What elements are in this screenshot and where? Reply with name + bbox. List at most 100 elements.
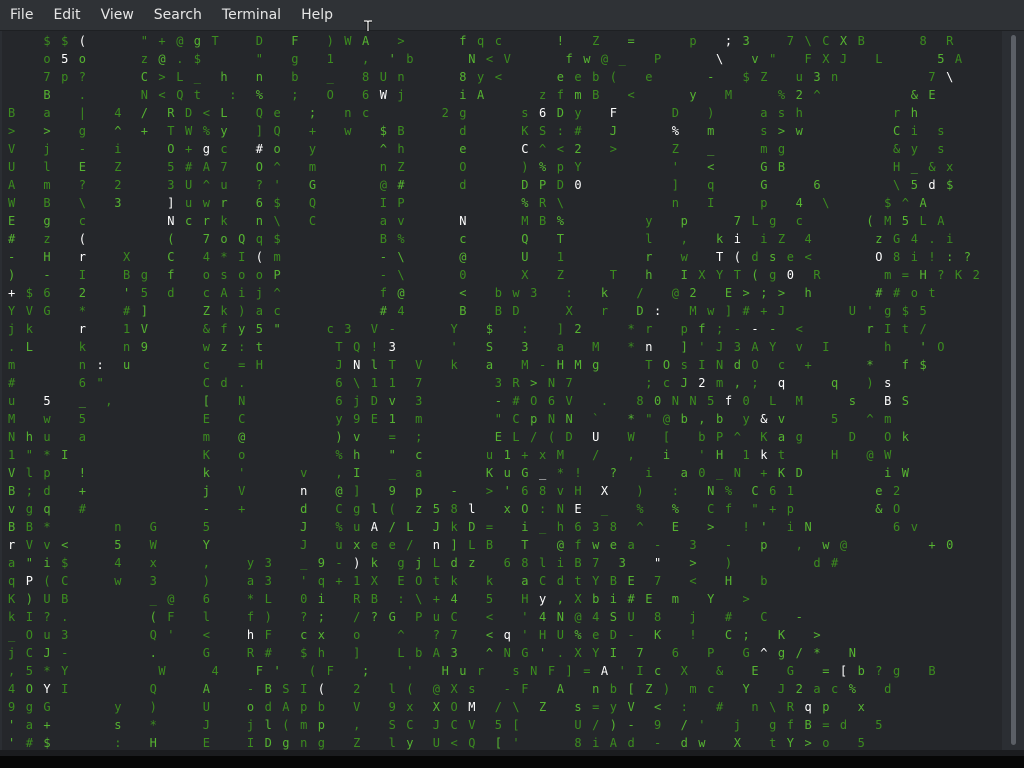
rain-glyph: Y <box>8 304 16 318</box>
rain-glyph: Q <box>238 232 245 246</box>
rain-glyph: 6 <box>521 484 528 498</box>
rain-glyph: W <box>8 196 16 210</box>
rain-glyph: 4 <box>796 196 803 210</box>
rain-glyph: 5 <box>114 538 121 552</box>
rain-glyph: 4 <box>451 592 458 606</box>
rain-glyph: _ <box>300 556 308 570</box>
rain-glyph: B <box>26 520 33 534</box>
rain-glyph: O <box>530 394 537 408</box>
rain-glyph: - <box>769 322 776 336</box>
rain-glyph: K <box>654 628 662 642</box>
rain-glyph: N <box>459 214 466 228</box>
rain-glyph: A <box>433 646 441 660</box>
rain-glyph: G <box>150 520 157 534</box>
rain-glyph: u <box>335 538 342 552</box>
terminal-viewport[interactable]: $ $(" + @ g T D F) W A > f q c! Z = p; 3 7 \ C X B 8 Ro 5 o z @. $ " g 1… <box>2 31 1002 750</box>
rain-glyph: ( <box>610 70 617 84</box>
rain-glyph: 5 <box>79 412 86 426</box>
rain-glyph: ? <box>256 178 263 192</box>
rain-glyph: 4 <box>203 250 210 264</box>
rain-glyph: g <box>194 34 201 48</box>
rain-glyph: K <box>778 466 786 480</box>
rain-glyph: G <box>760 160 767 174</box>
rain-glyph: k <box>220 214 228 228</box>
rain-glyph: 2 <box>79 286 86 300</box>
rain-glyph: r <box>645 250 652 264</box>
rain-glyph: N <box>566 412 573 426</box>
rain-glyph: : <box>397 592 404 606</box>
rain-glyph: y <box>610 700 617 714</box>
rain-glyph: F <box>610 106 617 120</box>
rain-glyph: I <box>247 736 254 750</box>
rain-glyph: b <box>681 412 688 426</box>
rain-glyph: 5 <box>937 52 944 66</box>
rain-glyph: e <box>592 628 599 642</box>
rain-glyph: J <box>840 52 847 66</box>
menu-file[interactable]: File <box>0 0 43 30</box>
rain-glyph: @ <box>433 682 440 696</box>
rain-glyph: ' <box>760 520 767 534</box>
rain-glyph: & <box>893 142 901 156</box>
menu-help[interactable]: Help <box>291 0 343 30</box>
rain-glyph: X <box>822 52 830 66</box>
terminal-scrollbar[interactable] <box>1002 31 1024 750</box>
rain-glyph: C <box>751 484 758 498</box>
rain-glyph: & <box>760 412 768 426</box>
rain-glyph: U <box>574 718 581 732</box>
rain-glyph: O <box>937 340 944 354</box>
rain-glyph: f <box>787 718 794 732</box>
rain-glyph: p <box>557 160 564 174</box>
rain-glyph: ? <box>937 268 944 282</box>
scrollbar-thumb[interactable] <box>1011 35 1016 745</box>
rain-glyph: 1 <box>353 574 360 588</box>
rain-glyph: ' <box>123 286 130 300</box>
rain-glyph: y <box>335 412 342 426</box>
rain-glyph: . <box>150 646 157 660</box>
menu-edit[interactable]: Edit <box>43 0 90 30</box>
rain-glyph: \ <box>415 592 422 606</box>
rain-glyph: h <box>884 340 891 354</box>
rain-glyph: * <box>866 358 873 372</box>
menu-search[interactable]: Search <box>144 0 212 30</box>
rain-glyph: & <box>911 88 919 102</box>
rain-glyph: < <box>158 88 165 102</box>
rain-glyph: d <box>557 574 564 588</box>
rain-glyph: W <box>150 538 158 552</box>
rain-glyph: t <box>928 286 935 300</box>
rain-glyph: - <box>539 358 546 372</box>
rain-glyph: % <box>203 124 211 138</box>
rain-glyph: 7 <box>592 556 599 570</box>
rain-glyph: B <box>539 214 546 228</box>
rain-glyph: : <box>114 736 121 750</box>
rain-glyph: W <box>884 448 892 462</box>
rain-glyph: A <box>937 214 945 228</box>
rain-glyph: A <box>920 196 928 210</box>
rain-glyph: a <box>415 466 422 480</box>
rain-glyph: + <box>928 538 935 552</box>
rain-glyph: @ <box>672 286 679 300</box>
rain-glyph: a <box>521 574 528 588</box>
rain-glyph: ' <box>504 484 511 498</box>
rain-glyph: = <box>822 718 829 732</box>
rain-glyph: h <box>318 646 325 660</box>
rain-glyph: 5 <box>167 160 174 174</box>
rain-glyph: J <box>203 718 210 732</box>
rain-glyph: % <box>557 214 565 228</box>
rain-glyph: o <box>274 142 281 156</box>
menu-terminal[interactable]: Terminal <box>212 0 291 30</box>
rain-glyph: % <box>521 196 529 210</box>
rain-glyph: a <box>813 682 820 696</box>
rain-glyph: B <box>459 304 466 318</box>
rain-glyph: - <box>380 268 387 282</box>
rain-glyph: f <box>247 610 254 624</box>
rain-glyph: % <box>636 502 644 516</box>
menu-view[interactable]: View <box>91 0 144 30</box>
rain-glyph: r <box>645 322 652 336</box>
rain-glyph: G <box>787 664 794 678</box>
rain-glyph: y <box>309 142 316 156</box>
rain-glyph: " <box>769 52 776 66</box>
rain-glyph: 8 <box>574 736 581 750</box>
rain-glyph: 6 <box>893 520 900 534</box>
rain-glyph: Q <box>150 628 157 642</box>
rain-glyph: 3 <box>265 574 272 588</box>
